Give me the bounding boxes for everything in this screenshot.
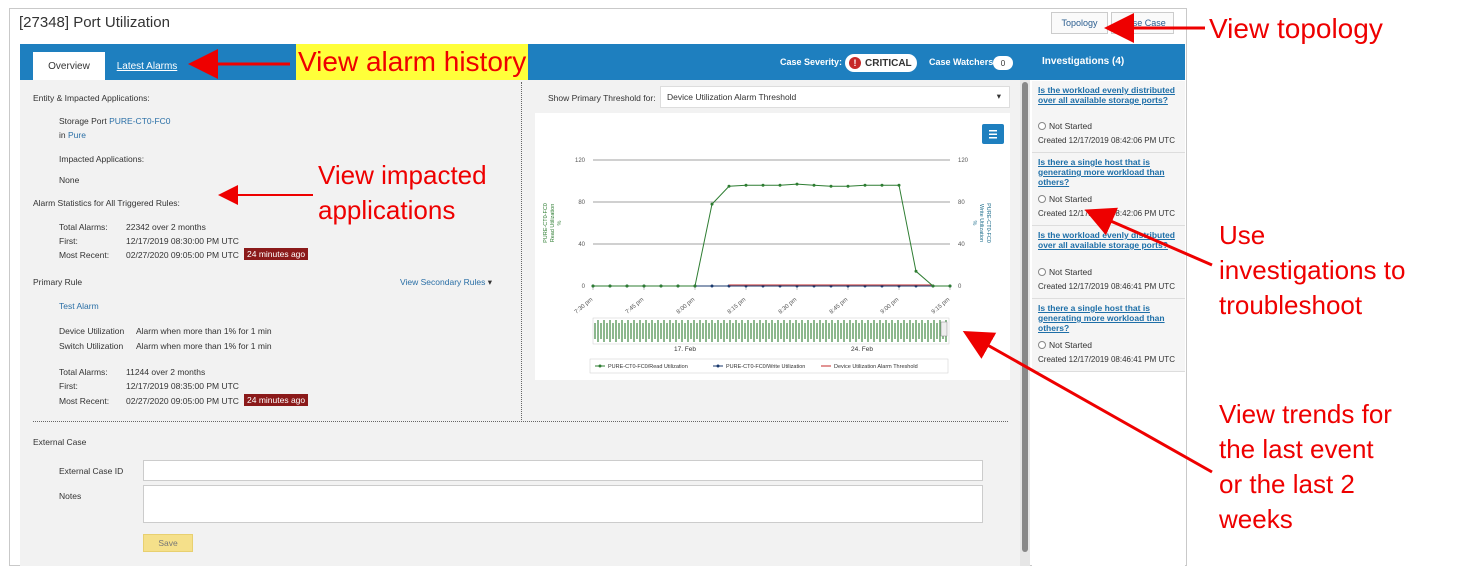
annotation-arrows [188,13,1213,474]
arrow-trends [962,331,1213,474]
arrow-investigations [1084,207,1213,267]
